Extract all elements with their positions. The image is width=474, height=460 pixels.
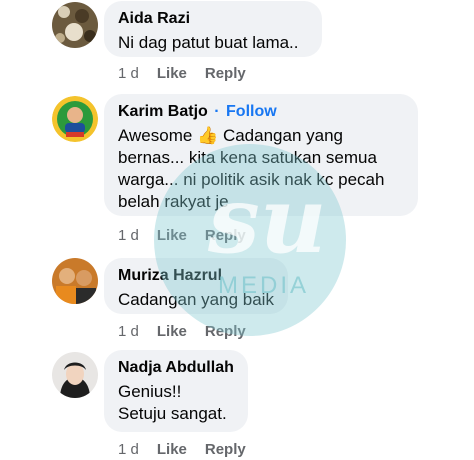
comment-text: Ni dag patut buat lama.. — [118, 33, 299, 52]
like-button[interactable]: Like — [157, 440, 187, 460]
comment-actions: 1 d Like Reply — [118, 64, 246, 84]
comment-text: Genius!! Setuju sangat. — [118, 382, 227, 423]
like-button[interactable]: Like — [157, 226, 187, 246]
reply-button[interactable]: Reply — [205, 322, 246, 342]
comment-bubble: Muriza Hazrul Cadangan yang baik — [104, 258, 288, 314]
follow-button[interactable]: Follow — [226, 103, 277, 120]
comment-bubble: Aida Razi Ni dag patut buat lama.. — [104, 1, 322, 57]
comment-text: Awesome 👍 Cadangan yang bernas... kita k… — [118, 126, 385, 211]
avatar[interactable] — [52, 2, 98, 48]
comment-time[interactable]: 1 d — [118, 322, 139, 342]
comment-time[interactable]: 1 d — [118, 64, 139, 84]
comment-time[interactable]: 1 d — [118, 440, 139, 460]
commenter-name[interactable]: Nadja Abdullah — [118, 358, 234, 378]
comment-actions: 1 d Like Reply — [118, 440, 246, 460]
comment-actions: 1 d Like Reply — [118, 226, 246, 246]
like-button[interactable]: Like — [157, 64, 187, 84]
comment-header: Karim Batjo · Follow — [118, 102, 404, 122]
reply-button[interactable]: Reply — [205, 64, 246, 84]
separator-dot: · — [214, 103, 220, 120]
commenter-name[interactable]: Muriza Hazrul — [118, 266, 274, 286]
commenter-name[interactable]: Aida Razi — [118, 9, 308, 29]
comment-actions: 1 d Like Reply — [118, 322, 246, 342]
comment-bubble: Nadja Abdullah Genius!! Setuju sangat. — [104, 350, 248, 432]
avatar[interactable] — [52, 352, 98, 398]
comment-time[interactable]: 1 d — [118, 226, 139, 246]
comment-text: Cadangan yang baik — [118, 290, 274, 309]
avatar[interactable] — [52, 96, 98, 142]
like-button[interactable]: Like — [157, 322, 187, 342]
avatar[interactable] — [52, 258, 98, 304]
comment-bubble: Karim Batjo · Follow Awesome 👍 Cadangan … — [104, 94, 418, 216]
commenter-name[interactable]: Karim Batjo — [118, 103, 208, 120]
reply-button[interactable]: Reply — [205, 440, 246, 460]
reply-button[interactable]: Reply — [205, 226, 246, 246]
